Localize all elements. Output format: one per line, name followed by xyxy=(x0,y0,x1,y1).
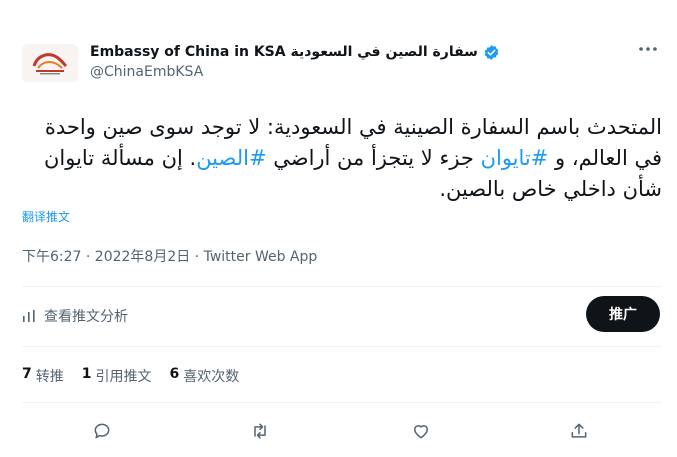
author-name-row[interactable]: Embassy of China in KSA سفارة الصين في ا… xyxy=(90,42,500,62)
hashtag-link[interactable]: #الصين xyxy=(196,146,266,170)
promote-button[interactable]: 推广 xyxy=(586,296,660,332)
avatar[interactable] xyxy=(22,44,78,82)
tweet-text: المتحدث باسم السفارة الصينية في السعودية… xyxy=(22,112,662,205)
divider xyxy=(22,402,662,403)
divider xyxy=(22,346,662,347)
verified-badge-icon xyxy=(484,44,499,60)
analytics-label: 查看推文分析 xyxy=(44,309,128,325)
retweets-count: 7 xyxy=(22,366,32,382)
divider xyxy=(22,286,662,287)
author-display-name[interactable]: Embassy of China in KSA سفارة الصين في ا… xyxy=(90,44,478,60)
embassy-logo-icon xyxy=(32,53,68,75)
retweet-icon[interactable] xyxy=(247,418,273,444)
translate-tweet-link[interactable]: 翻译推文 xyxy=(22,208,70,225)
share-icon[interactable] xyxy=(566,418,592,444)
tweet-card: Embassy of China in KSA سفارة الصين في ا… xyxy=(0,0,677,457)
analytics-icon xyxy=(23,310,35,322)
like-icon[interactable] xyxy=(408,418,434,444)
reply-icon[interactable] xyxy=(89,418,115,444)
retweets-stat[interactable]: 7 转推 xyxy=(22,366,64,386)
likes-label: 喜欢次数 xyxy=(183,369,240,385)
view-analytics-link[interactable]: 查看推文分析 xyxy=(22,306,128,326)
quotes-label: 引用推文 xyxy=(95,369,152,385)
quotes-stat[interactable]: 1 引用推文 xyxy=(82,366,152,386)
quotes-count: 1 xyxy=(81,366,92,382)
tweet-stats: 7 转推 1 引用推文 6 喜欢次数 xyxy=(22,366,239,386)
likes-stat[interactable]: 6 喜欢次数 xyxy=(170,366,240,386)
likes-count: 6 xyxy=(169,366,180,382)
more-horizontal-icon[interactable] xyxy=(636,40,660,60)
tweet-text-part: جزء لا يتجزأ من أراضي xyxy=(266,146,481,170)
tweet-timestamp-source[interactable]: 下午6:27 · 2022年8月2日 · Twitter Web App xyxy=(22,246,317,266)
tweet-actions xyxy=(0,418,677,444)
author-handle[interactable]: @ChinaEmbKSA xyxy=(90,64,203,80)
hashtag-link[interactable]: #تايوان xyxy=(481,146,549,170)
retweets-label: 转推 xyxy=(35,369,64,385)
